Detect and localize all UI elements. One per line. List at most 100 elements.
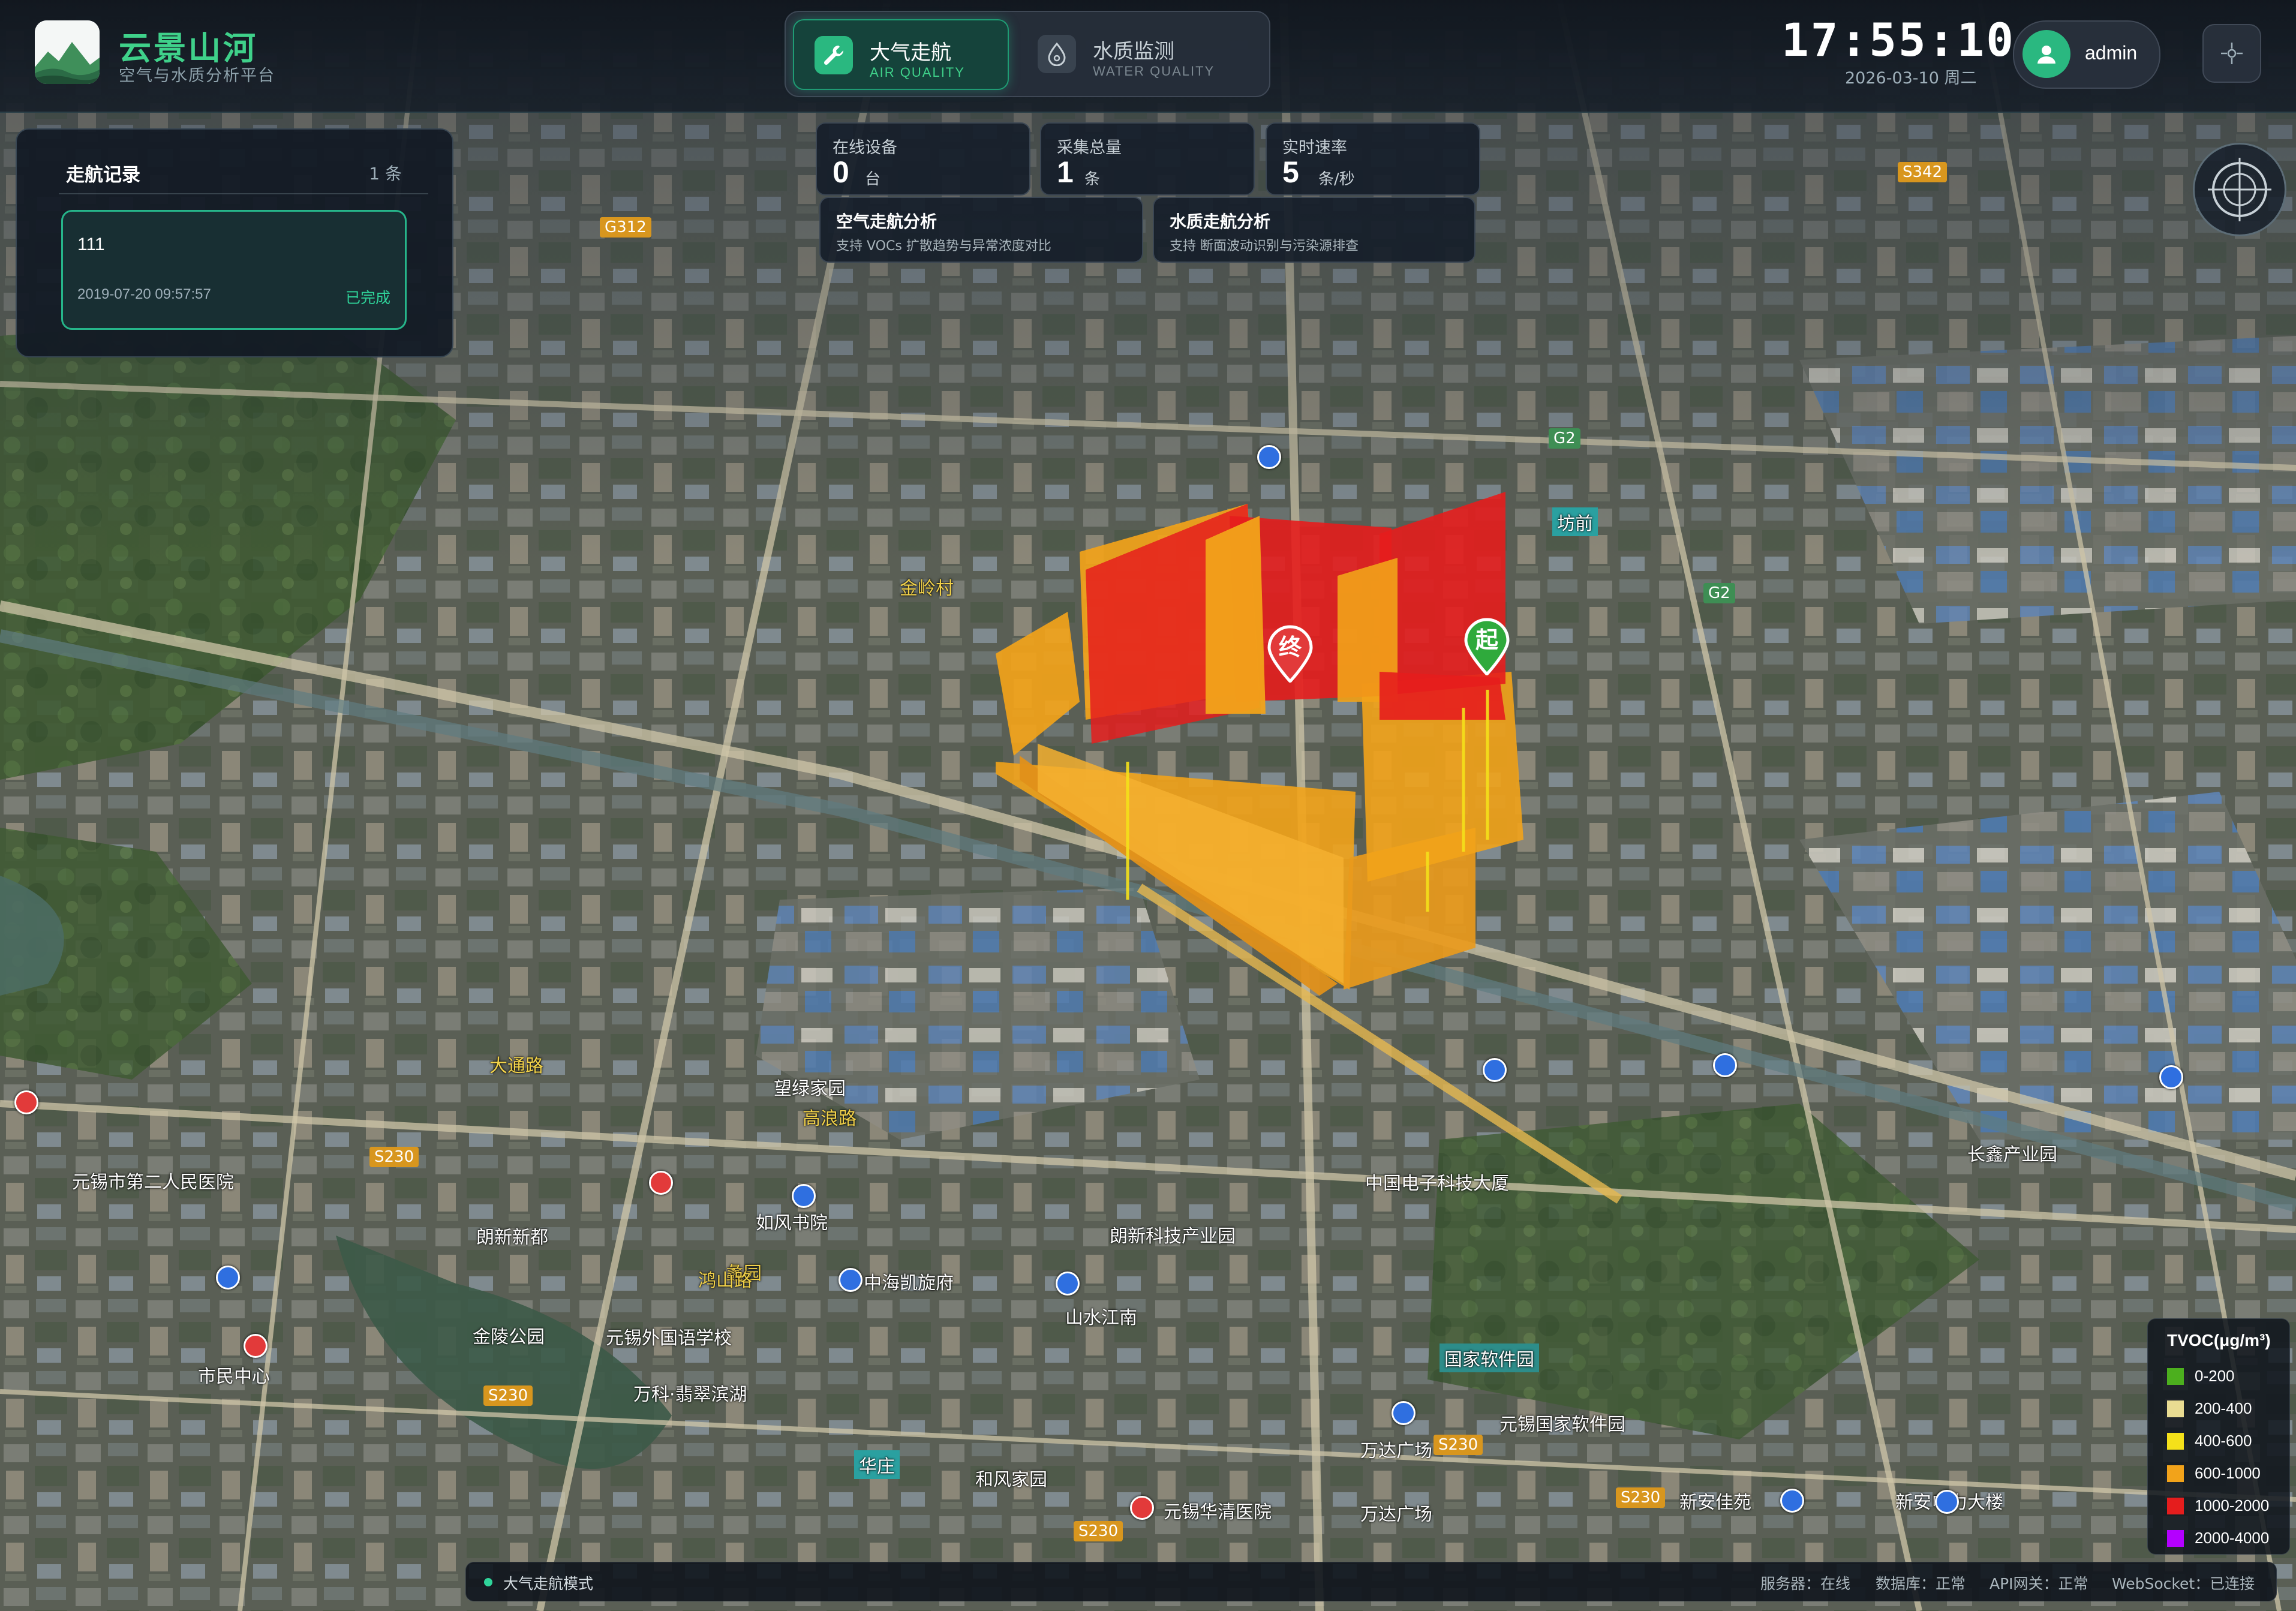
map-label: 万科·翡翠滨湖 [633,1384,747,1405]
tab-air-quality-label: 大气走航 [870,41,951,65]
map-label: 万达广场 [1360,1441,1432,1462]
legend-label: 2000-4000 [2195,1529,2270,1547]
legend-label: 400-600 [2195,1432,2252,1450]
legend-label: 200-400 [2195,1399,2252,1417]
poi-pin[interactable] [1780,1489,1804,1513]
legend-swatch [2167,1530,2184,1547]
record-panel: 走航记录 1 条 111 2019-07-20 09:57:57 已完成 [16,128,453,357]
status-bar: 大气走航模式 服务器：在线 数据库：正常 API网关：正常 WebSocket：… [465,1562,2277,1601]
legend-swatch [2167,1498,2184,1514]
poi-pin[interactable] [1056,1272,1080,1296]
tab-water-quality[interactable]: 水质监测 WATER QUALITY [1017,19,1239,88]
tab-water-quality-label: 水质监测 [1093,40,1174,64]
map-label: 高浪路 [803,1108,857,1129]
map-label: 元锡外国语学校 [606,1328,732,1349]
tab-water-quality-sublabel: WATER QUALITY [1093,64,1215,79]
map-label: 元锡国家软件园 [1499,1414,1625,1435]
legend-swatch [2167,1368,2184,1385]
legend-swatch [2167,1400,2184,1417]
map-label: 朗新科技产业园 [1110,1226,1236,1247]
clock: 17:55:10 [1781,13,2016,67]
divider [59,193,428,194]
record-time: 2019-07-20 09:57:57 [77,286,211,302]
compass-icon [2208,158,2271,221]
locate-button[interactable] [2202,24,2261,83]
analysis-title: 水质走航分析 [1170,212,1271,232]
poi-pin[interactable] [649,1171,673,1195]
api-gateway-status: API网关：正常 [1990,1575,2088,1592]
map-label: 元锡市第二人民医院 [72,1172,234,1193]
stat-unit: 条 [1084,170,1101,188]
stat-unit: 条/秒 [1318,170,1355,188]
analysis-title: 空气走航分析 [836,212,937,232]
tab-air-quality[interactable]: 大气走航 AIR QUALITY [793,19,1009,90]
poi-pin[interactable] [1935,1490,1959,1514]
poi-pin[interactable] [1713,1053,1737,1077]
mountain-logo-icon [35,20,100,84]
database-status: 数据库：正常 [1876,1575,1966,1592]
map-label: 金陵公园 [473,1327,545,1348]
stat-value: 1 [1057,155,1074,189]
poi-pin[interactable] [216,1266,240,1290]
map-label: 金岭村 [900,578,954,599]
stat-card-online-devices: 在线设备 0 台 [816,122,1030,196]
legend-label: 1000-2000 [2195,1496,2270,1514]
road-badge: S230 [483,1385,533,1406]
air-analysis-card[interactable]: 空气走航分析 支持 VOCs 扩散趋势与异常浓度对比 [819,197,1143,263]
road-badge: G2 [1703,583,1735,603]
road-badge: S342 [1898,162,1948,182]
tab-air-quality-sublabel: AIR QUALITY [870,65,965,80]
map-label: 和风家园 [975,1469,1047,1490]
map-label: 望绿家园 [774,1078,846,1099]
map-label: 万达广场 [1360,1504,1432,1525]
map-label: 中国电子科技大厦 [1365,1173,1509,1194]
route-end-marker[interactable]: 终 [1267,625,1314,684]
legend-swatch [2167,1433,2184,1450]
avatar [2022,30,2070,78]
map-label: 坊前 [1552,507,1598,536]
map-label: 新安佳苑 [1679,1492,1751,1513]
road-badge: S230 [1616,1487,1666,1508]
poi-pin[interactable] [244,1334,268,1358]
poi-pin[interactable] [14,1090,38,1114]
water-analysis-card[interactable]: 水质走航分析 支持 断面波动识别与污染源排查 [1153,197,1475,263]
stat-unit: 台 [865,170,881,188]
record-count: 1 条 [369,164,402,184]
poi-pin[interactable] [2159,1065,2183,1089]
route-start-marker[interactable]: 起 [1463,618,1510,677]
tvoc-legend: TVOC(μg/m³) 0-200 200-400 400-600 600-10… [2147,1318,2290,1555]
user-menu[interactable]: admin [2013,20,2160,89]
legend-title: TVOC(μg/m³) [2167,1331,2271,1349]
map-label: 市民中心 [198,1366,270,1387]
legend-label: 600-1000 [2195,1464,2261,1482]
app-logo [35,20,100,84]
poi-pin[interactable] [1483,1058,1507,1082]
map-label: 大通路 [489,1056,543,1077]
poi-pin[interactable] [1392,1401,1416,1425]
map-label: 元锡华清医院 [1164,1502,1272,1523]
analysis-desc: 支持 断面波动识别与污染源排查 [1170,239,1359,254]
compass-button[interactable] [2193,143,2286,236]
record-status: 已完成 [345,289,390,306]
map-label: 国家软件园 [1439,1343,1539,1372]
map-label: 如风书院 [756,1213,828,1234]
analysis-desc: 支持 VOCs 扩散趋势与异常浓度对比 [836,239,1051,254]
map-label: 山水江南 [1065,1308,1137,1329]
poi-pin[interactable] [792,1184,816,1208]
road-badge: G312 [600,217,651,238]
poi-pin[interactable] [1130,1496,1154,1520]
stat-value: 0 [833,155,849,189]
road-badge: S230 [369,1147,419,1167]
wrench-icon [815,36,853,74]
map-label: 长鑫产业园 [1967,1144,2057,1165]
websocket-status: WebSocket：已连接 [2112,1575,2255,1592]
mode-indicator: 大气走航模式 [503,1575,594,1592]
mode-switch: 大气走航 AIR QUALITY 水质监测 WATER QUALITY [785,11,1270,97]
poi-pin[interactable] [1257,445,1281,469]
water-drop-icon [1038,35,1076,73]
road-badge: S230 [1074,1521,1123,1541]
legend-swatch [2167,1465,2184,1482]
poi-pin[interactable] [839,1268,862,1292]
legend-label: 0-200 [2195,1367,2235,1385]
record-card[interactable]: 111 2019-07-20 09:57:57 已完成 [61,210,407,330]
